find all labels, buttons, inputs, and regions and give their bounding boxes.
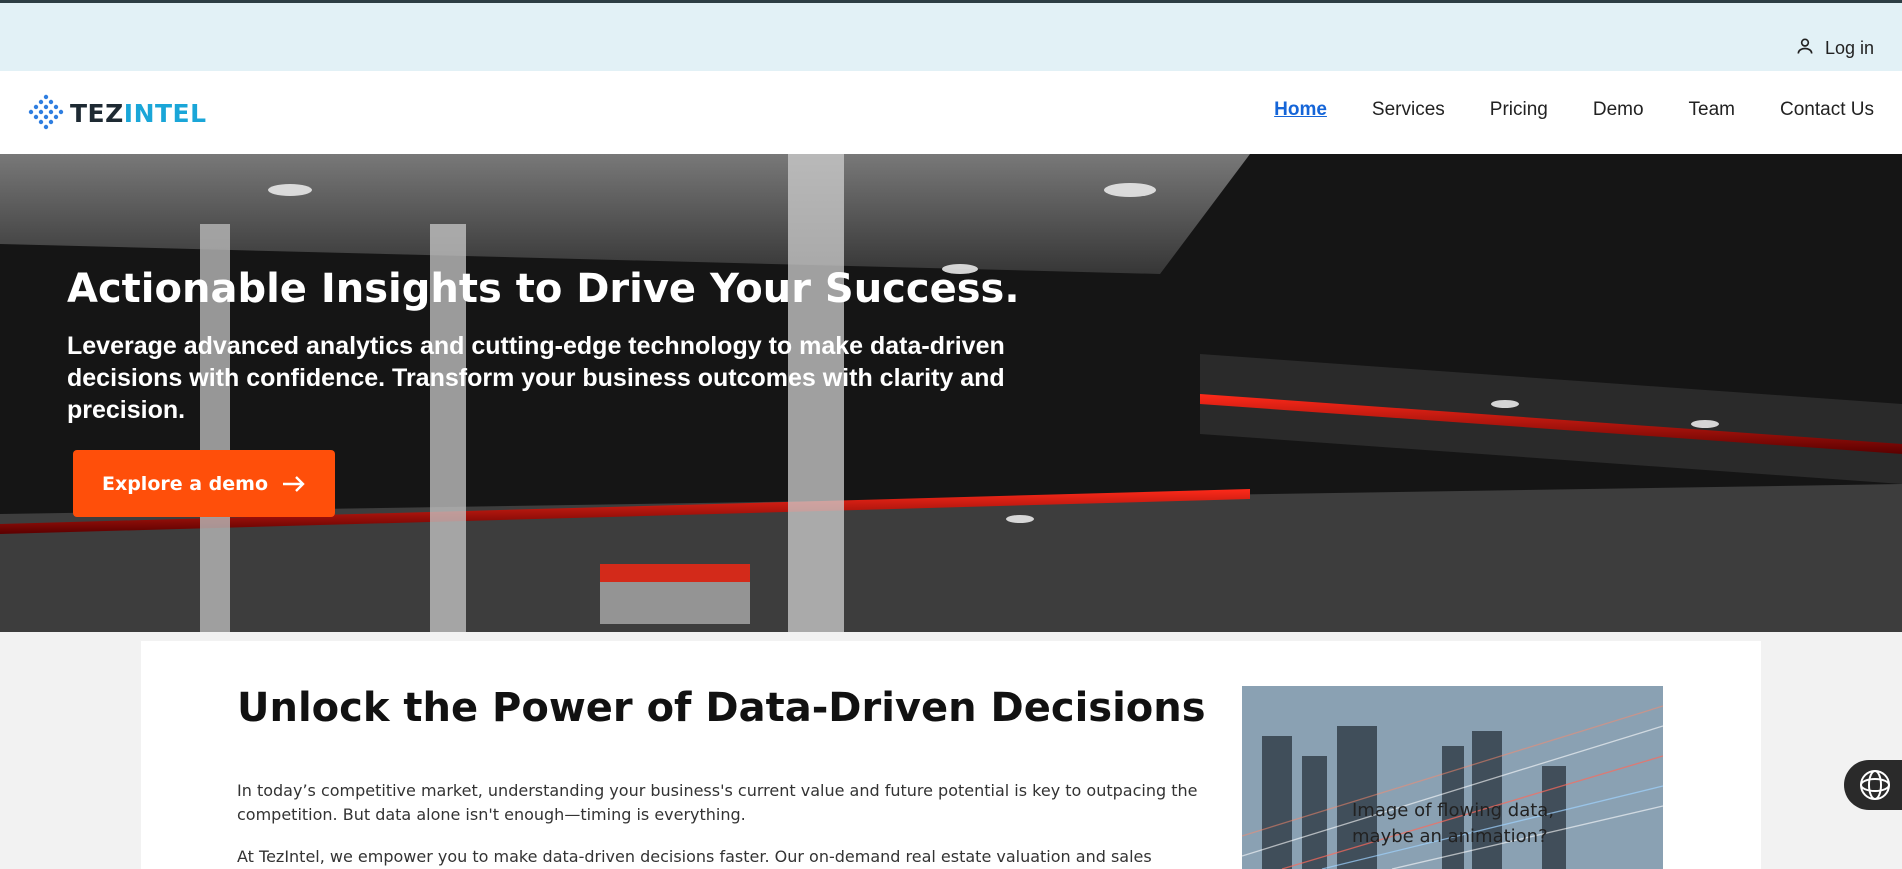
logo-mark-icon (28, 94, 64, 130)
login-label: Log in (1824, 38, 1874, 58)
hero-subtitle: Leverage advanced analytics and cutting-… (67, 332, 1005, 424)
login-link[interactable]: Log in (1795, 36, 1874, 61)
chat-assistant-button[interactable] (1844, 760, 1902, 810)
nav-item-home[interactable]: Home (1274, 99, 1327, 121)
nav-item-pricing[interactable]: Pricing (1490, 99, 1548, 121)
image-placeholder-caption: Image of flowing data, maybe an animatio… (1352, 800, 1555, 847)
logo-wordmark: TEZINTEL (70, 98, 207, 128)
section-paragraph-2: At TezIntel, we empower you to make data… (237, 847, 1152, 866)
explore-demo-label: Explore a demo (101, 472, 269, 495)
user-icon (1795, 36, 1815, 61)
nav-item-demo[interactable]: Demo (1593, 99, 1644, 121)
chat-assistant-icon (1860, 770, 1890, 800)
nav-item-contact-us[interactable]: Contact Us (1780, 99, 1874, 121)
primary-nav: Home Services Pricing Demo Team Contact … (1274, 99, 1874, 121)
nav-item-services[interactable]: Services (1372, 99, 1445, 121)
section-title: Unlock the Power of Data-Driven Decision… (237, 685, 1206, 731)
top-utility-bar: Log in (0, 0, 1902, 71)
explore-demo-button[interactable]: Explore a demo (73, 450, 335, 517)
nav-item-team[interactable]: Team (1689, 99, 1735, 121)
main-navbar: TEZINTEL Home Services Pricing Demo Team… (0, 71, 1902, 154)
arrow-right-icon (283, 475, 305, 492)
section-paragraph-1: In today’s competitive market, understan… (237, 781, 1198, 824)
hero-title: Actionable Insights to Drive Your Succes… (67, 266, 1020, 312)
data-flow-image: Image of flowing data, maybe an animatio… (1242, 686, 1663, 869)
hero-section: Actionable Insights to Drive Your Succes… (0, 154, 1902, 632)
brand-logo[interactable]: TEZINTEL (26, 93, 207, 133)
value-proposition-section: Unlock the Power of Data-Driven Decision… (141, 641, 1761, 869)
